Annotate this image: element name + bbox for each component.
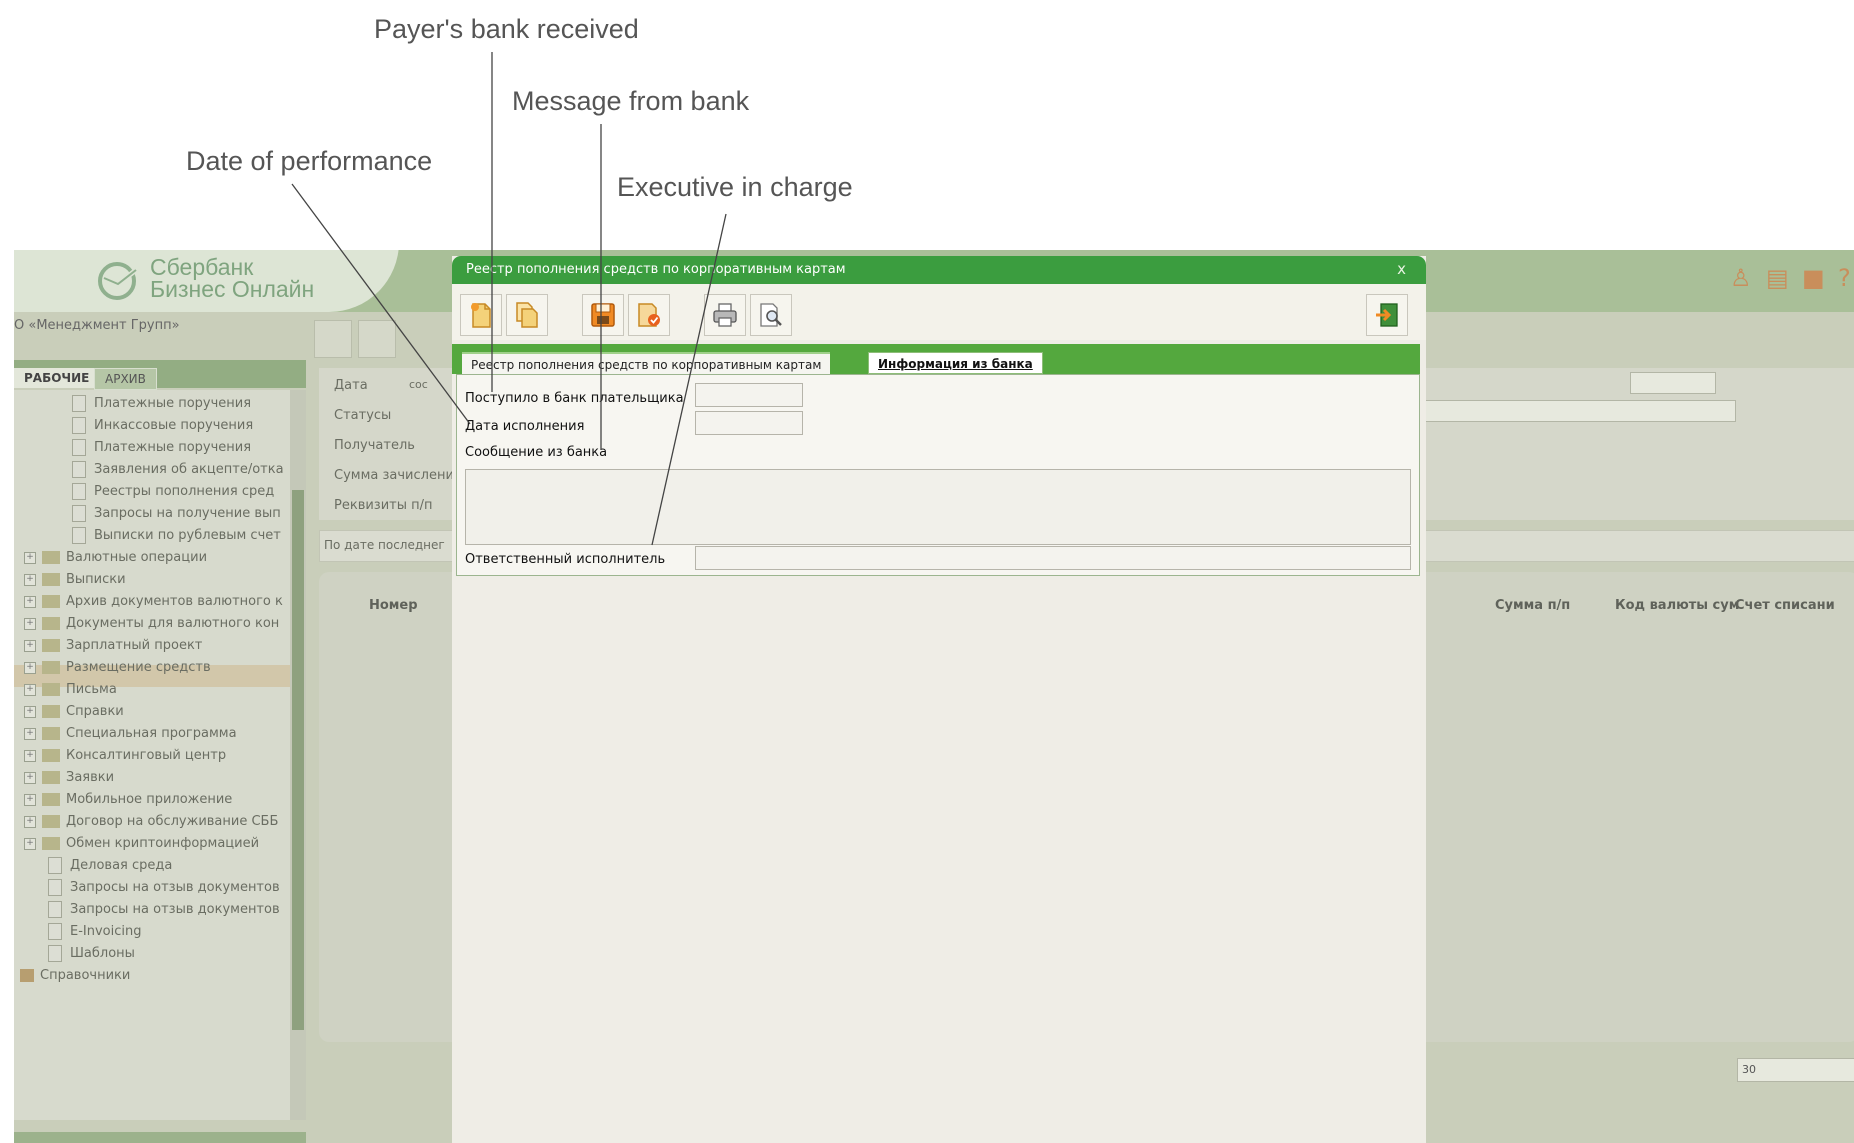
copy-document-button[interactable] xyxy=(506,294,548,336)
sberbank-logo-icon xyxy=(98,262,138,300)
tree-folder[interactable]: + Письма xyxy=(24,679,117,701)
executor-field[interactable] xyxy=(695,546,1411,570)
exit-button[interactable] xyxy=(1366,294,1408,336)
tree-folder[interactable]: + Консалтинговый центр xyxy=(24,745,226,767)
tree-folder[interactable]: + Архив документов валютного к xyxy=(24,591,283,613)
tree-scrollbar[interactable] xyxy=(290,390,306,1120)
tree-scrollbar-thumb[interactable] xyxy=(292,490,304,1030)
left-panel-footer xyxy=(14,1132,306,1143)
organization-name: О «Менеджмент Групп» xyxy=(14,318,180,333)
tree-folder[interactable]: + Обмен криптоинформацией xyxy=(24,833,259,855)
filter-label: Получатель xyxy=(334,438,415,453)
new-document-button[interactable] xyxy=(314,320,352,358)
tree-item[interactable]: Шаблоны xyxy=(48,943,135,965)
tree-folder[interactable]: + Заявки xyxy=(24,767,114,789)
tree-folder[interactable]: + Валютные операции xyxy=(24,547,207,569)
user-icon[interactable]: ♙ xyxy=(1730,264,1756,294)
tab-bank-info[interactable]: Информация из банка xyxy=(868,352,1043,374)
navigation-tree: Платежные поручения Инкассовые поручения… xyxy=(14,390,290,1120)
annotation-date-of-performance: Date of performance xyxy=(186,146,433,176)
save-button[interactable] xyxy=(582,294,624,336)
tree-folder[interactable]: Справочники xyxy=(20,965,130,987)
tree-folder[interactable]: + Выписки xyxy=(24,569,126,591)
calculator-icon[interactable]: ▤ xyxy=(1766,264,1792,294)
logo-line-1: Сбербанк xyxy=(150,254,254,280)
column-header-number[interactable]: Номер xyxy=(369,598,418,613)
tree-item[interactable]: Запросы на получение вып xyxy=(72,503,281,525)
print-icon xyxy=(713,303,737,327)
tree-item[interactable]: Деловая среда xyxy=(48,855,172,877)
left-panel-tabs: РАБОЧИЕ АРХИВ xyxy=(14,360,306,390)
tree-folder[interactable]: + Зарплатный проект xyxy=(24,635,202,657)
sign-button[interactable] xyxy=(628,294,670,336)
annotation-executive-in-charge: Executive in charge xyxy=(617,172,853,202)
received-label: Поступило в банк плательщика xyxy=(465,391,684,406)
preview-icon xyxy=(760,303,782,327)
tree-folder[interactable]: + Справки xyxy=(24,701,124,723)
sort-selector-text: По дате последнег xyxy=(324,538,445,552)
executor-label: Ответственный исполнитель xyxy=(465,552,666,567)
dialog-title-bar[interactable]: Реестр пополнения средств по корпоративн… xyxy=(452,256,1426,284)
tree-item[interactable]: E-Invoicing xyxy=(48,921,142,943)
tree-folder[interactable]: + Размещение средств xyxy=(24,657,211,679)
tree-item[interactable]: Выписки по рублевым счет xyxy=(72,525,281,547)
logo-line-2: Бизнес Онлайн xyxy=(150,276,315,302)
dialog-title: Реестр пополнения средств по корпоративн… xyxy=(466,262,846,277)
tab-bank-info-label: Информация из банка xyxy=(878,357,1033,371)
column-header-currency-code[interactable]: Код валюты сум xyxy=(1615,598,1739,613)
tree-item[interactable]: Платежные поручения xyxy=(72,437,251,459)
execution-date-label: Дата исполнения xyxy=(465,419,585,434)
tree-item[interactable]: Заявления об акцепте/отка xyxy=(72,459,284,481)
sign-icon xyxy=(638,303,660,327)
exit-icon xyxy=(1376,303,1398,327)
bank-info-form: Поступило в банк плательщика Дата исполн… xyxy=(456,374,1420,576)
help-icon[interactable]: ? xyxy=(1838,264,1854,294)
tree-item[interactable]: Инкассовые поручения xyxy=(72,415,253,437)
preview-button[interactable] xyxy=(750,294,792,336)
filter-label: Статусы xyxy=(334,408,392,423)
column-header-debit-account[interactable]: Счет списани xyxy=(1735,598,1835,613)
tree-item[interactable]: Запросы на отзыв документов xyxy=(48,877,280,899)
dialog-toolbar xyxy=(452,284,1426,340)
received-date-field[interactable] xyxy=(695,383,803,407)
copy-document-icon xyxy=(516,302,538,328)
page-size-input[interactable]: 30 xyxy=(1737,1058,1854,1082)
tab-registry[interactable]: Реестр пополнения средств по корпоративн… xyxy=(462,352,831,374)
filter-label: Реквизиты п/п xyxy=(334,498,433,513)
column-header-amount[interactable]: Сумма п/п xyxy=(1495,598,1570,613)
bank-message-field[interactable] xyxy=(465,469,1411,545)
save-icon xyxy=(591,303,615,327)
tree-folder[interactable]: + Мобильное приложение xyxy=(24,789,232,811)
filter-date-value: сос xyxy=(409,378,428,391)
new-document-button[interactable] xyxy=(460,294,502,336)
filter-date-to-input[interactable] xyxy=(1630,372,1716,394)
close-icon[interactable]: x xyxy=(1397,260,1406,278)
tree-folder[interactable]: + Договор на обслуживание СББ xyxy=(24,811,278,833)
tree-folder[interactable]: + Документы для валютного кон xyxy=(24,613,279,635)
tree-folder[interactable]: + Специальная программа xyxy=(24,723,237,745)
tree-item[interactable]: Реестры пополнения сред xyxy=(72,481,274,503)
tab-archive[interactable]: АРХИВ xyxy=(94,368,157,390)
annotation-message-from-bank: Message from bank xyxy=(512,86,750,116)
registry-dialog: Реестр пополнения средств по корпоративн… xyxy=(452,256,1426,1143)
header-icons: ♙ ▤ ■ ? xyxy=(1730,264,1854,298)
lock-icon[interactable]: ■ xyxy=(1802,264,1828,294)
main-toolbar xyxy=(314,312,454,362)
execution-date-field[interactable] xyxy=(695,411,803,435)
tree-item[interactable]: Платежные поручения xyxy=(72,393,251,415)
print-button[interactable] xyxy=(704,294,746,336)
dialog-tabs: Реестр пополнения средств по корпоративн… xyxy=(452,344,1420,374)
logo-text: Сбербанк Бизнес Онлайн xyxy=(150,254,315,302)
tree-item[interactable]: Запросы на отзыв документов xyxy=(48,899,280,921)
filter-label: Дата xyxy=(334,378,368,393)
filter-label: Сумма зачислени xyxy=(334,468,454,483)
annotation-payers-bank-received: Payer's bank received xyxy=(374,14,639,44)
tab-working[interactable]: РАБОЧИЕ xyxy=(14,368,100,388)
edit-document-button[interactable] xyxy=(358,320,396,358)
bank-message-label: Сообщение из банка xyxy=(465,445,608,460)
new-document-icon xyxy=(471,303,491,328)
